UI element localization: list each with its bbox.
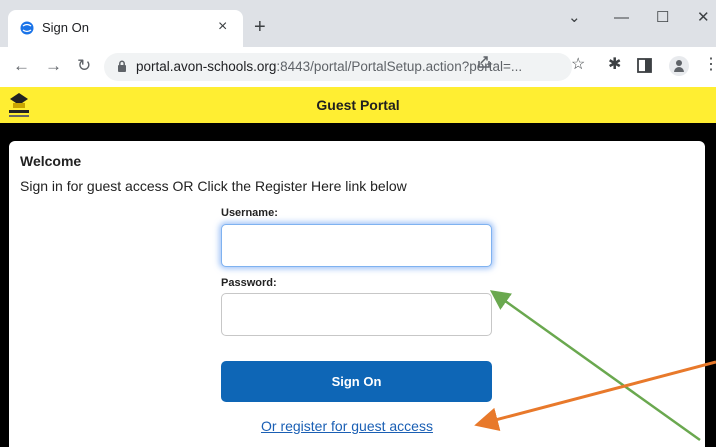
login-card: Welcome Sign in for guest access OR Clic… (9, 141, 705, 447)
tab-title: Sign On (42, 20, 89, 35)
portal-title: Guest Portal (316, 97, 400, 113)
url-text: portal.avon-schools.org:8443/portal/Port… (136, 59, 522, 74)
avatar-head (676, 60, 682, 66)
page-content: Guest Portal Welcome Sign in for guest a… (0, 87, 716, 447)
portal-header: Guest Portal (0, 87, 716, 123)
tab-close-icon[interactable]: × (218, 17, 227, 37)
tab-sign-on[interactable]: Sign On × (8, 10, 243, 47)
globe-icon (20, 21, 34, 35)
url-host: portal.avon-schools.org (136, 59, 277, 74)
address-bar[interactable]: portal.avon-schools.org:8443/portal/Port… (104, 53, 572, 81)
sign-on-button[interactable]: Sign On (221, 361, 492, 402)
password-label: Password: (221, 277, 277, 289)
new-tab-button[interactable]: + (254, 17, 266, 37)
profile-avatar[interactable] (669, 56, 689, 76)
share-icon[interactable] (475, 53, 493, 71)
password-field[interactable] (221, 293, 492, 336)
forward-icon[interactable]: → (45, 56, 62, 76)
browser-menu-icon[interactable]: ⋮ (703, 56, 716, 74)
welcome-heading: Welcome (20, 153, 82, 169)
minimize-button[interactable]: — (614, 8, 629, 28)
username-label: Username: (221, 207, 278, 219)
bookmark-star-icon[interactable]: ☆ (571, 56, 585, 74)
register-guest-link[interactable]: Or register for guest access (261, 418, 433, 434)
tab-search-dropdown-icon[interactable]: ⌄ (568, 8, 581, 28)
back-icon[interactable]: ← (13, 56, 30, 76)
lock-icon (118, 60, 126, 72)
close-window-button[interactable]: ✕ (697, 8, 710, 28)
side-panel-icon[interactable] (637, 58, 652, 73)
avatar-body (674, 67, 684, 72)
tab-strip: Sign On × + ⌄ — ☐ ✕ (0, 0, 716, 47)
instruction-text: Sign in for guest access OR Click the Re… (20, 178, 407, 194)
maximize-button[interactable]: ☐ (656, 8, 669, 28)
extensions-icon[interactable]: ✱ (608, 56, 621, 74)
reload-icon[interactable]: ↻ (77, 56, 91, 76)
username-field[interactable] (221, 224, 492, 267)
